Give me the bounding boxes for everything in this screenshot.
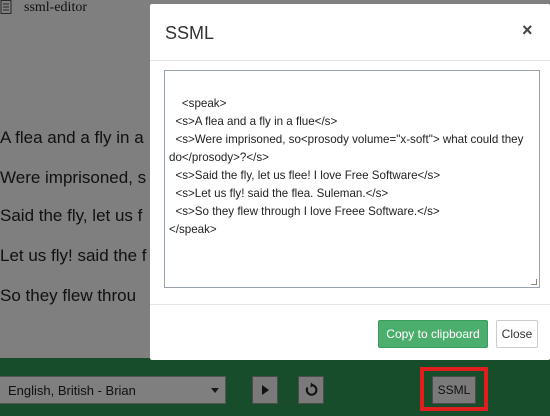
ssml-button-highlight: [420, 367, 488, 411]
close-button[interactable]: Close: [496, 320, 538, 348]
close-icon[interactable]: ×: [522, 20, 533, 41]
modal-title: SSML: [165, 23, 215, 43]
ssml-modal: SSML × <speak> <s>A flea and a fly in a …: [150, 4, 550, 360]
copy-to-clipboard-button[interactable]: Copy to clipboard: [378, 320, 488, 348]
modal-footer-divider: [150, 304, 550, 305]
modal-header-divider: [150, 60, 550, 61]
ssml-content: <speak> <s>A flea and a fly in a flue</s…: [169, 97, 524, 236]
ssml-textarea[interactable]: <speak> <s>A flea and a fly in a flue</s…: [164, 70, 540, 288]
resize-handle-icon[interactable]: [531, 279, 537, 285]
